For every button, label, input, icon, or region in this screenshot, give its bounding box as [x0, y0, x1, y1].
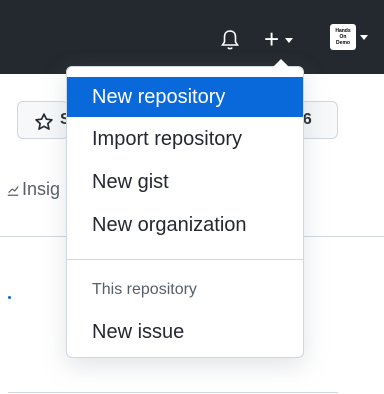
dot-marker: [8, 296, 11, 299]
user-menu-toggle[interactable]: Hands On Demo: [330, 24, 368, 50]
top-header-bar: + Hands On Demo: [0, 0, 384, 74]
star-button[interactable]: S: [17, 101, 71, 139]
star-icon: [34, 112, 54, 137]
create-new-dropdown-menu: New repository Import repository New gis…: [66, 59, 304, 358]
avatar-line-3: Demo: [336, 40, 350, 46]
tab-insights-label: Insig: [22, 179, 61, 199]
menu-item-new-gist[interactable]: New gist: [67, 162, 303, 202]
avatar: Hands On Demo: [330, 24, 356, 50]
tab-insights[interactable]: Insig: [6, 179, 60, 200]
graph-icon: [7, 185, 19, 196]
plus-icon: +: [264, 24, 280, 54]
content-divider: [8, 392, 338, 393]
menu-item-new-repository[interactable]: New repository: [67, 77, 303, 117]
menu-section-header: This repository: [92, 281, 197, 298]
create-new-dropdown-toggle[interactable]: +: [264, 24, 294, 54]
menu-item-new-issue[interactable]: New issue: [67, 312, 303, 352]
menu-item-new-organization[interactable]: New organization: [67, 205, 303, 245]
menu-item-import-repository[interactable]: Import repository: [67, 119, 303, 159]
bell-icon[interactable]: [218, 28, 242, 52]
chevron-down-icon: [285, 37, 294, 43]
dropdown-arrow: [273, 59, 289, 67]
menu-divider: [67, 259, 303, 260]
chevron-down-icon: [360, 34, 368, 40]
